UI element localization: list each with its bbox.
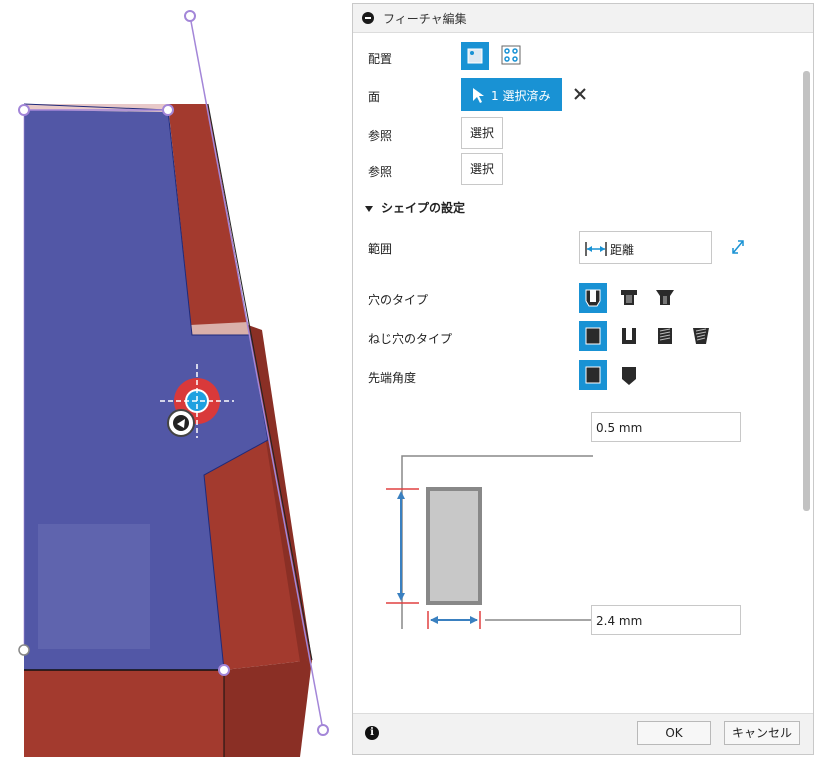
shape-settings-header[interactable]: シェイプの設定 [365,199,465,216]
extent-label: 範囲 [368,242,393,256]
shape-settings-title: シェイプの設定 [381,201,466,215]
drill-point-flat-button[interactable] [579,360,607,390]
scrollbar-thumb[interactable] [803,71,810,511]
drill-point-label: 先端角度 [368,371,417,385]
flip-direction-icon[interactable] [730,238,746,256]
multi-hole-icon [501,45,521,65]
single-hole-icon [467,48,483,64]
face-label: 面 [368,90,381,104]
tap-simple-icon [585,327,601,345]
diameter-value: 2.4 mm [596,614,643,628]
collapse-triangle-icon [365,205,373,212]
reference2-label: 参照 [368,165,393,179]
clear-selection-icon[interactable] [572,86,588,102]
cancel-button[interactable]: キャンセル [724,721,800,745]
bottom-block-side [224,660,312,757]
depth-input[interactable]: 0.5 mm [591,412,741,442]
tap-type-clearance-button[interactable] [615,321,643,351]
hole-type-simple-button[interactable] [579,283,607,313]
tap-type-label: ねじ穴のタイプ [368,332,453,346]
reference2-select-button[interactable]: 選択 [461,153,503,185]
diameter-input[interactable]: 2.4 mm [591,605,741,635]
face-selection-button[interactable]: 1 選択済み [461,78,562,111]
hole-type-countersink-button[interactable] [651,283,679,313]
flat-point-icon [585,366,601,384]
tap-type-tapped-button[interactable] [651,321,679,351]
counterbore-icon [621,290,637,305]
dialog-footer: i OK キャンセル [353,713,813,754]
simple-hole-icon [585,289,601,307]
bottom-block-front [24,670,224,757]
handle-corner[interactable] [162,104,174,116]
collapse-icon[interactable] [362,12,374,24]
single-hole-button[interactable] [461,42,489,70]
reference1-label: 参照 [368,129,393,143]
drill-point-angle-button[interactable] [615,360,643,390]
tap-type-simple-button[interactable] [579,321,607,351]
ok-button[interactable]: OK [637,721,711,745]
reference1-select-button[interactable]: 選択 [461,117,503,149]
hole-type-label: 穴のタイプ [368,293,429,307]
distance-icon [585,242,607,256]
angle-point-icon [622,367,636,385]
handle-bottom[interactable] [218,664,230,676]
hidden-feature [38,524,150,649]
info-icon[interactable]: i [365,726,379,740]
tap-taper-icon [693,328,709,344]
tap-clearance-icon [622,328,636,344]
handle-top[interactable] [184,10,196,22]
feature-edit-dialog: フィーチャ編集 配置 面 1 選択済み 参照 選択 参照 選択 シェイプの設定 … [352,3,814,755]
dialog-titlebar[interactable]: フィーチャ編集 [353,4,813,33]
model-view[interactable] [0,0,346,757]
countersink-icon [656,290,674,305]
cursor-icon [473,88,484,103]
handle-end[interactable] [317,724,329,736]
extent-value: 距離 [610,243,635,257]
tap-tapped-icon [658,328,672,344]
handle-left[interactable] [18,104,30,116]
face-selection-text: 1 選択済み [491,89,551,103]
dialog-body: 配置 面 1 選択済み 参照 選択 参照 選択 シェイプの設定 範囲 距離 穴の… [353,33,813,751]
handle-gray[interactable] [18,644,30,656]
depth-value: 0.5 mm [596,421,643,435]
hole-type-counterbore-button[interactable] [615,283,643,313]
3d-viewport[interactable] [0,0,346,757]
placement-label: 配置 [368,52,393,66]
multi-hole-button[interactable] [498,42,526,70]
dialog-scrollbar[interactable] [803,71,810,751]
tap-type-taper-button[interactable] [687,321,715,351]
extent-dropdown[interactable]: 距離 [579,231,712,264]
dialog-title: フィーチャ編集 [383,12,467,26]
